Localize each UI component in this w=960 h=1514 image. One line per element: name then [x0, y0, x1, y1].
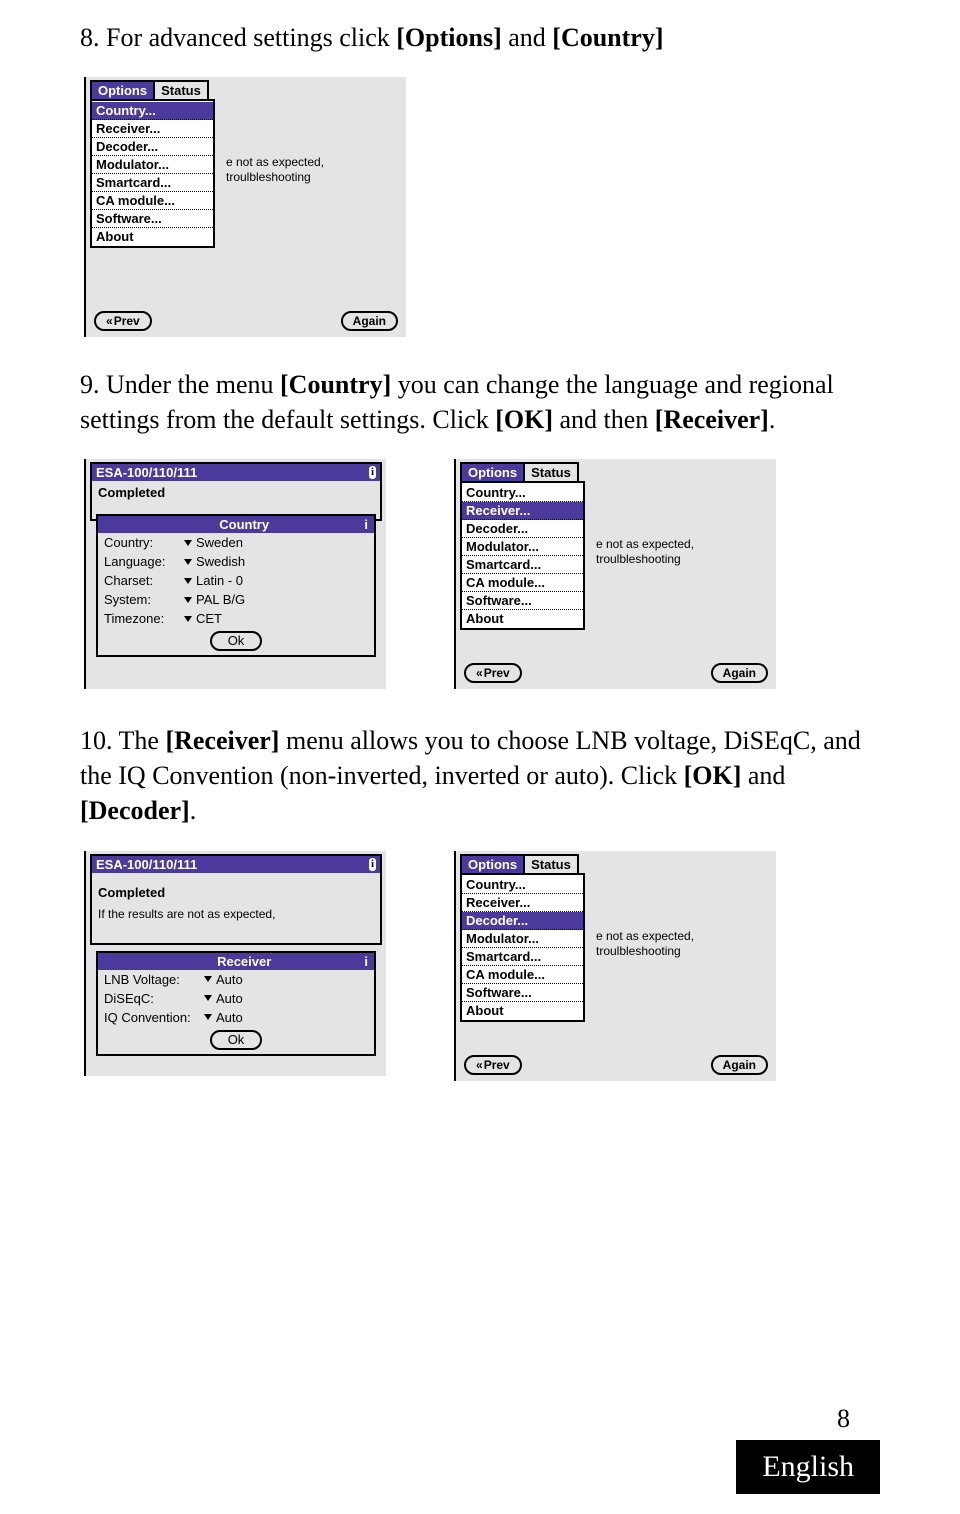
dropdown-icon [204, 995, 212, 1001]
label-timezone: Timezone: [104, 611, 184, 626]
menu-item-smartcard[interactable]: Smartcard... [92, 174, 213, 192]
menu-item-modulator[interactable]: Modulator... [92, 156, 213, 174]
ok-button[interactable]: Ok [210, 1030, 263, 1050]
dropdown-language[interactable]: Swedish [184, 554, 245, 569]
label-iq-convention: IQ Convention: [104, 1010, 204, 1025]
prev-button[interactable]: «Prev [94, 311, 152, 331]
dropdown-country[interactable]: Sweden [184, 535, 243, 550]
paragraph-10: 10. The [Receiver] menu allows you to ch… [80, 723, 880, 828]
dropdown-icon [184, 616, 192, 622]
screenshot-country-dialog: ESA-100/110/111 i Completed Country i Co… [84, 459, 386, 689]
paragraph-8: 8. For advanced settings click [Options]… [80, 20, 880, 55]
dropdown-diseqc[interactable]: Auto [204, 991, 243, 1006]
menu-item-about[interactable]: About [92, 228, 213, 245]
dialog-title: Country [219, 517, 269, 532]
again-button[interactable]: Again [711, 1055, 768, 1075]
menu-item-smartcard[interactable]: Smartcard... [462, 948, 583, 966]
dropdown-charset[interactable]: Latin - 0 [184, 573, 243, 588]
dropdown-icon [184, 578, 192, 584]
receiver-dialog: Receiver i LNB Voltage:Auto DiSEqC:Auto … [96, 951, 376, 1056]
menu-item-about[interactable]: About [462, 1002, 583, 1019]
options-menu-list: Country... Receiver... Decoder... Modula… [460, 873, 585, 1022]
menu-item-decoder[interactable]: Decoder... [462, 912, 583, 930]
prev-button[interactable]: «Prev [464, 663, 522, 683]
language-label: English [736, 1440, 880, 1494]
menu-item-country[interactable]: Country... [92, 102, 213, 120]
country-dialog: Country i Country:Sweden Language:Swedis… [96, 514, 376, 657]
info-icon: i [364, 954, 368, 969]
window-title: ESA-100/110/111 [96, 465, 197, 480]
screenshot-receiver-dialog: ESA-100/110/111 i Completed If the resul… [84, 851, 386, 1076]
options-menu-list: Country... Receiver... Decoder... Modula… [90, 99, 215, 248]
screenshot-options-menu-1: e not as expected,troulbleshooting Optio… [84, 77, 406, 337]
menu-item-software[interactable]: Software... [462, 592, 583, 610]
dropdown-icon [184, 540, 192, 546]
dropdown-icon [184, 559, 192, 565]
menu-item-receiver[interactable]: Receiver... [92, 120, 213, 138]
screenshot-options-menu-3: e not as expected,troulbleshooting Optio… [454, 851, 776, 1081]
window-title-bar: ESA-100/110/111 i [90, 854, 382, 873]
dropdown-lnb-voltage[interactable]: Auto [204, 972, 243, 987]
menu-item-decoder[interactable]: Decoder... [92, 138, 213, 156]
menu-item-receiver[interactable]: Receiver... [462, 894, 583, 912]
menu-item-software[interactable]: Software... [462, 984, 583, 1002]
dropdown-icon [184, 597, 192, 603]
menu-item-camodule[interactable]: CA module... [92, 192, 213, 210]
info-icon: i [364, 517, 368, 532]
prev-button[interactable]: «Prev [464, 1055, 522, 1075]
dropdown-iq-convention[interactable]: Auto [204, 1010, 243, 1025]
screenshot-options-menu-2: e not as expected,troulbleshooting Optio… [454, 459, 776, 689]
menu-item-country[interactable]: Country... [462, 484, 583, 502]
again-button[interactable]: Again [341, 311, 398, 331]
dropdown-icon [204, 1014, 212, 1020]
dropdown-system[interactable]: PAL B/G [184, 592, 245, 607]
window-title: ESA-100/110/111 [96, 857, 197, 872]
label-charset: Charset: [104, 573, 184, 588]
menu-item-camodule[interactable]: CA module... [462, 574, 583, 592]
status-completed: Completed [98, 885, 165, 900]
page-footer: 8 English [736, 1404, 880, 1494]
dropdown-timezone[interactable]: CET [184, 611, 222, 626]
dialog-title: Receiver [217, 954, 271, 969]
tab-options[interactable]: Options [460, 854, 525, 873]
tab-status[interactable]: Status [523, 854, 579, 873]
menu-item-modulator[interactable]: Modulator... [462, 930, 583, 948]
menu-item-country[interactable]: Country... [462, 876, 583, 894]
options-menu-list: Country... Receiver... Decoder... Modula… [460, 481, 585, 630]
menu-item-software[interactable]: Software... [92, 210, 213, 228]
menu-item-camodule[interactable]: CA module... [462, 966, 583, 984]
dropdown-icon [204, 976, 212, 982]
again-button[interactable]: Again [711, 663, 768, 683]
label-lnb-voltage: LNB Voltage: [104, 972, 204, 987]
menu-item-smartcard[interactable]: Smartcard... [462, 556, 583, 574]
chevron-left-icon: « [476, 666, 481, 680]
menu-item-about[interactable]: About [462, 610, 583, 627]
menu-item-receiver[interactable]: Receiver... [462, 502, 583, 520]
menu-item-decoder[interactable]: Decoder... [462, 520, 583, 538]
info-icon: i [369, 466, 376, 479]
paragraph-9: 9. Under the menu [Country] you can chan… [80, 367, 880, 437]
menu-item-modulator[interactable]: Modulator... [462, 538, 583, 556]
tab-status[interactable]: Status [153, 80, 209, 99]
chevron-left-icon: « [106, 314, 111, 328]
info-icon: i [369, 858, 376, 871]
tab-options[interactable]: Options [460, 462, 525, 481]
tab-status[interactable]: Status [523, 462, 579, 481]
label-diseqc: DiSEqC: [104, 991, 204, 1006]
ok-button[interactable]: Ok [210, 631, 263, 651]
label-system: System: [104, 592, 184, 607]
status-completed: Completed [98, 485, 165, 500]
label-language: Language: [104, 554, 184, 569]
chevron-left-icon: « [476, 1058, 481, 1072]
window-title-bar: ESA-100/110/111 i [90, 462, 382, 481]
label-country: Country: [104, 535, 184, 550]
status-subtext: If the results are not as expected, [98, 907, 275, 921]
tab-options[interactable]: Options [90, 80, 155, 99]
page-number: 8 [736, 1404, 880, 1434]
